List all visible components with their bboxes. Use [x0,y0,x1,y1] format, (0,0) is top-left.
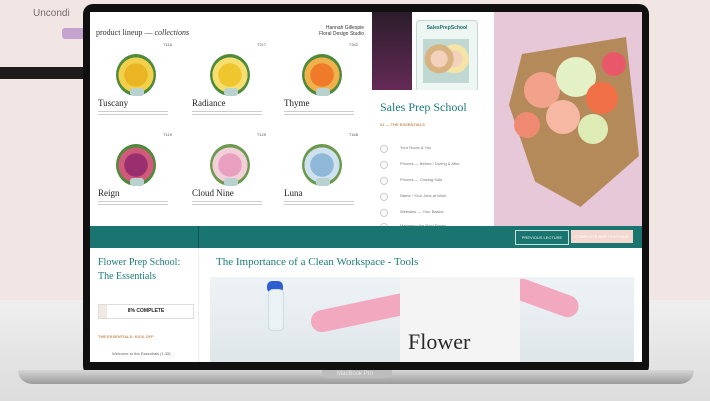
product-description [98,201,168,207]
progress-bar: 8% COMPLETE [98,304,194,319]
product-name: Luna [284,188,303,198]
lesson-label: Your Roots & You [400,145,432,150]
product-description [192,201,262,207]
rose-icon [602,52,626,76]
laptop-screen: product lineup — collections Hannah Gill… [90,12,642,362]
lesson-label: Phones — Before / During & After [400,161,460,166]
sidebar-lesson-item[interactable]: Welcome to the Essentials (1:35) [112,351,171,356]
section-header: THE ESSENTIALS: KICK OFF [98,334,154,339]
product-code: T168 [348,132,358,137]
lesson-label: Websites — Your Basics [400,209,444,214]
lesson-item[interactable]: Phones — Closing Sale [380,174,480,188]
lesson-item[interactable]: Websites — Your Basics [380,206,480,220]
product-description [192,111,262,117]
product-code: T119 [163,132,172,137]
product-name: Reign [98,188,120,198]
product-card[interactable]: Luna T168 [278,132,360,218]
vase-icon [224,88,238,96]
product-name: Tuscany [98,98,129,108]
hydrangea-icon [578,114,608,144]
vase-icon [316,178,330,186]
product-code: T116 [163,42,172,47]
product-name: Thyme [284,98,310,108]
phone-photo [423,39,469,83]
product-name: Radiance [192,98,226,108]
rose-icon [586,82,618,114]
bouquet-photo [494,12,642,226]
sales-prep-title: Sales Prep School [380,100,467,114]
lineup-title: product lineup — collections [96,28,190,37]
product-code: T125 [256,132,266,137]
vase-icon [130,88,144,96]
carnation-icon [546,100,580,134]
course-title: Flower Prep School: The Essentials [98,257,181,282]
checkbox-circle-icon [380,177,388,185]
course-sidebar: Flower Prep School: The Essentials 8% CO… [90,248,199,362]
laptop-brand: MacBook Pro [336,371,373,377]
sales-prep-section: 01 — THE ESSENTIALS [380,122,425,127]
lesson-item[interactable]: Phones — Before / During & After [380,158,480,172]
vase-icon [130,178,144,186]
product-card[interactable]: Reign T119 [92,132,174,218]
product-card[interactable]: Cloud Nine T125 [186,132,268,218]
spray-bottle-icon [268,289,284,331]
sales-prep-card: Sales Prep School 01 — THE ESSENTIALS Yo… [372,90,494,231]
product-card[interactable]: Thyme T342 [278,42,360,128]
progress-text: 8% COMPLETE [127,308,165,314]
product-code: T217 [256,42,266,47]
lineup-designer: Hannah Gillespie Floral Design Studio [318,25,364,37]
lesson-label: Name / Your Jobs at Work [400,193,447,198]
lesson-video[interactable]: Flower [210,277,634,362]
nav-divider [198,226,199,248]
checkbox-circle-icon [380,209,388,217]
product-code: T342 [348,42,358,47]
complete-continue-button[interactable]: COMPLETE AND CONTINUE [571,230,633,243]
product-name: Cloud Nine [192,188,234,198]
product-description [98,111,168,117]
checkbox-circle-icon [380,193,388,201]
rose-icon [514,112,540,138]
lesson-item[interactable]: Name / Your Jobs at Work [380,190,480,204]
product-lineup-slide: product lineup — collections Hannah Gill… [90,12,373,226]
lesson-item[interactable]: Your Roots & You [380,142,480,156]
apron-text: Flower [408,329,471,354]
background-dark-bar [0,67,90,79]
product-description [284,201,354,207]
lesson-label: Phones — Closing Sale [400,177,443,182]
checkbox-circle-icon [380,145,388,153]
lesson-title: The Importance of a Clean Workspace - To… [216,256,419,268]
phone-title: SalesPrepSchool [426,25,468,31]
previous-lecture-button[interactable]: PREVIOUS LECTURE [515,230,569,245]
product-description [284,111,354,117]
vase-icon [224,178,238,186]
vase-icon [316,88,330,96]
background-partial-text: Uncondi [33,8,70,19]
phone-mockup: SalesPrepSchool [416,20,478,92]
product-card[interactable]: Tuscany T116 [92,42,174,128]
checkbox-circle-icon [380,161,388,169]
product-card[interactable]: Radiance T217 [186,42,268,128]
